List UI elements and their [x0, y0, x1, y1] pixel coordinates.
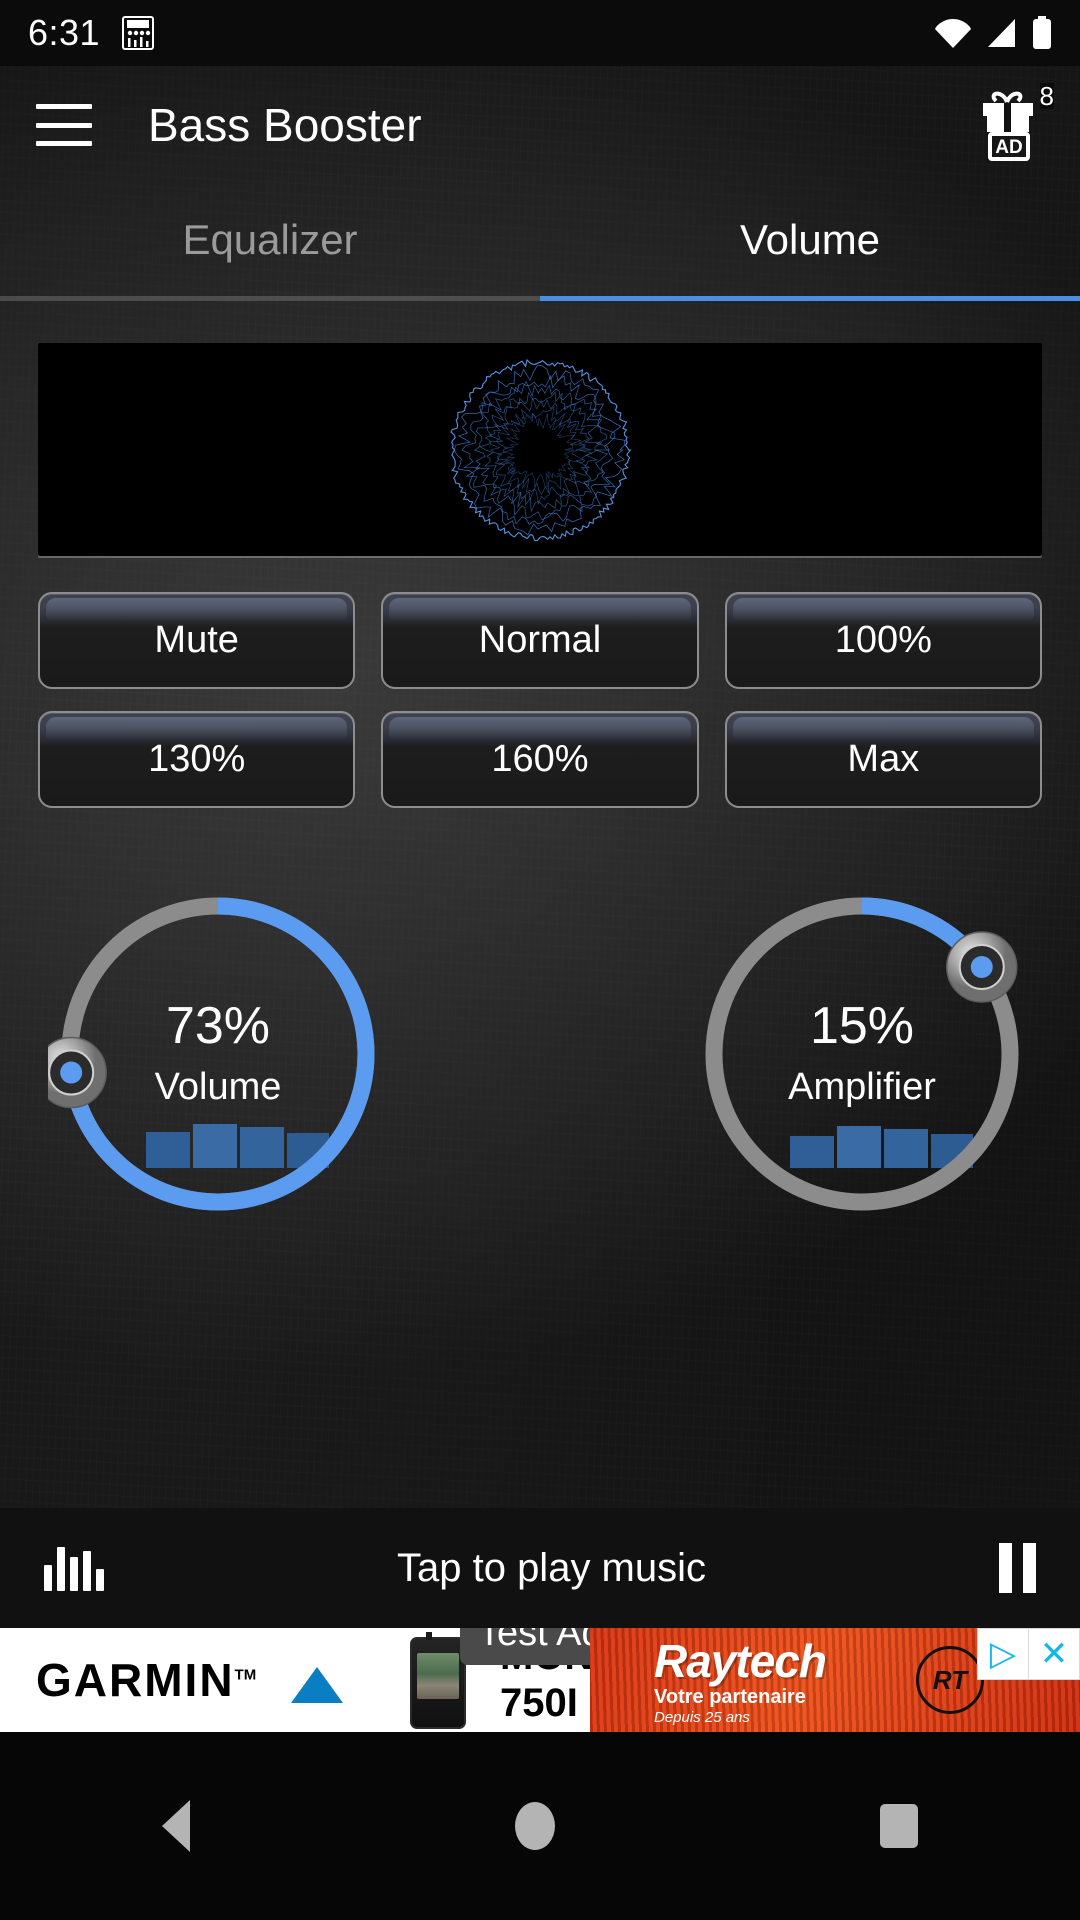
preset-button-130[interactable]: 130% — [38, 711, 356, 808]
preset-label: 100% — [834, 619, 932, 661]
raytech-logo-icon: RT — [916, 1646, 984, 1714]
status-bar: 6:31 — [0, 0, 1080, 66]
volume-dial-bars — [146, 1124, 329, 1168]
garmin-trademark: TM — [234, 1666, 257, 1684]
gift-ad-label: AD — [995, 137, 1022, 158]
tab-bar: Equalizer Volume — [0, 184, 1080, 296]
tab-volume-label: Volume — [739, 216, 881, 263]
garmin-logo: GARMINTM — [0, 1653, 343, 1707]
status-bar-clock: 6:31 — [28, 12, 101, 53]
amplifier-dial-graphic — [705, 897, 1019, 1211]
ad-product-model: 750I — [500, 1680, 578, 1725]
garmin-brand: GARMINTM — [36, 1653, 343, 1707]
tab-indicator-active — [540, 296, 1080, 301]
app-screen: 6:31 Bass Booster AD 8 Equalizer Volume … — [0, 0, 1080, 1920]
volume-dial-handle — [48, 1036, 107, 1109]
circular-audio-visualizer — [450, 358, 632, 541]
tab-indicator-inactive — [0, 296, 540, 301]
ad-banner-raytech[interactable]: Raytech Votre partenaire Depuis 25 ans R… — [590, 1628, 1080, 1732]
battery-icon — [1033, 16, 1051, 49]
signal-icon — [988, 19, 1015, 47]
dial-row: 73% Volume 15% Amplifier — [38, 884, 1042, 1224]
preset-label: Normal — [478, 619, 602, 661]
preset-button-max[interactable]: Max — [724, 711, 1042, 808]
status-bar-system-icons — [934, 16, 1052, 50]
home-button[interactable] — [514, 1802, 555, 1850]
preset-label: Max — [847, 738, 920, 780]
recents-button[interactable] — [879, 1804, 918, 1848]
preset-label: 130% — [148, 738, 246, 780]
close-icon[interactable]: ✕ — [1028, 1629, 1079, 1679]
volume-dial[interactable]: 73% Volume — [48, 884, 388, 1224]
preset-button-100[interactable]: 100% — [724, 592, 1042, 689]
raytech-since: Depuis 25 ans — [654, 1709, 750, 1726]
pause-icon[interactable] — [999, 1543, 1036, 1593]
gift-ad-icon: AD — [983, 91, 1033, 161]
back-button[interactable] — [162, 1800, 191, 1852]
equalizer-notification-icon — [122, 16, 155, 50]
amplifier-dial-bars — [790, 1126, 973, 1168]
preset-button-mute[interactable]: Mute — [38, 592, 356, 689]
status-bar-notifications — [122, 16, 155, 50]
garmin-triangle-icon — [291, 1667, 343, 1703]
ad-banner[interactable]: GARMINTM MONTANA® 750I Test Ad Raytech V… — [0, 1628, 1080, 1732]
player-status-text: Tap to play music — [396, 1545, 707, 1590]
app-bar: Bass Booster AD 8 — [0, 66, 1080, 184]
hamburger-menu-icon[interactable] — [36, 104, 92, 146]
preset-button-160[interactable]: 160% — [381, 711, 699, 808]
amplifier-dial[interactable]: 15% Amplifier — [692, 884, 1032, 1224]
audio-visualizer-panel[interactable] — [38, 343, 1042, 556]
preset-button-normal[interactable]: Normal — [381, 592, 699, 689]
tab-equalizer[interactable]: Equalizer — [0, 184, 540, 296]
test-ad-chip: Test Ad — [460, 1628, 590, 1665]
raytech-brand: Raytech — [654, 1635, 827, 1687]
main-content: Mute Normal 100% 130% 160% Max 73% Volum… — [0, 343, 1080, 1224]
ad-controls: ▷ ✕ — [977, 1628, 1080, 1680]
garmin-device-image — [410, 1632, 466, 1729]
amplifier-dial-handle — [945, 931, 1018, 1003]
tab-indicator — [0, 296, 1080, 301]
wifi-icon — [935, 19, 971, 48]
gift-ad-button[interactable]: AD 8 — [974, 83, 1054, 163]
tab-volume[interactable]: Volume — [540, 184, 1080, 296]
volume-preset-grid: Mute Normal 100% 130% 160% Max — [38, 592, 1042, 808]
garmin-brand-text: GARMIN — [36, 1654, 235, 1706]
volume-dial-graphic — [48, 897, 375, 1211]
ad-info-icon[interactable]: ▷ — [978, 1629, 1028, 1679]
system-navigation-bar — [0, 1732, 1080, 1920]
player-bar[interactable]: Tap to play music — [0, 1508, 1080, 1628]
preset-row: 130% 160% Max — [38, 711, 1042, 808]
gift-badge-count: 8 — [1039, 81, 1054, 111]
equalizer-bars-icon[interactable] — [44, 1545, 104, 1591]
preset-label: 160% — [491, 738, 589, 780]
page-title: Bass Booster — [148, 99, 422, 151]
raytech-tagline: Votre partenaire — [654, 1686, 806, 1708]
preset-row: Mute Normal 100% — [38, 592, 1042, 689]
ad-banner-garmin[interactable]: GARMINTM MONTANA® 750I Test Ad — [0, 1628, 590, 1732]
tab-equalizer-label: Equalizer — [182, 216, 358, 263]
preset-label: Mute — [154, 619, 239, 661]
raytech-ad-content: Raytech Votre partenaire Depuis 25 ans — [654, 1634, 827, 1726]
